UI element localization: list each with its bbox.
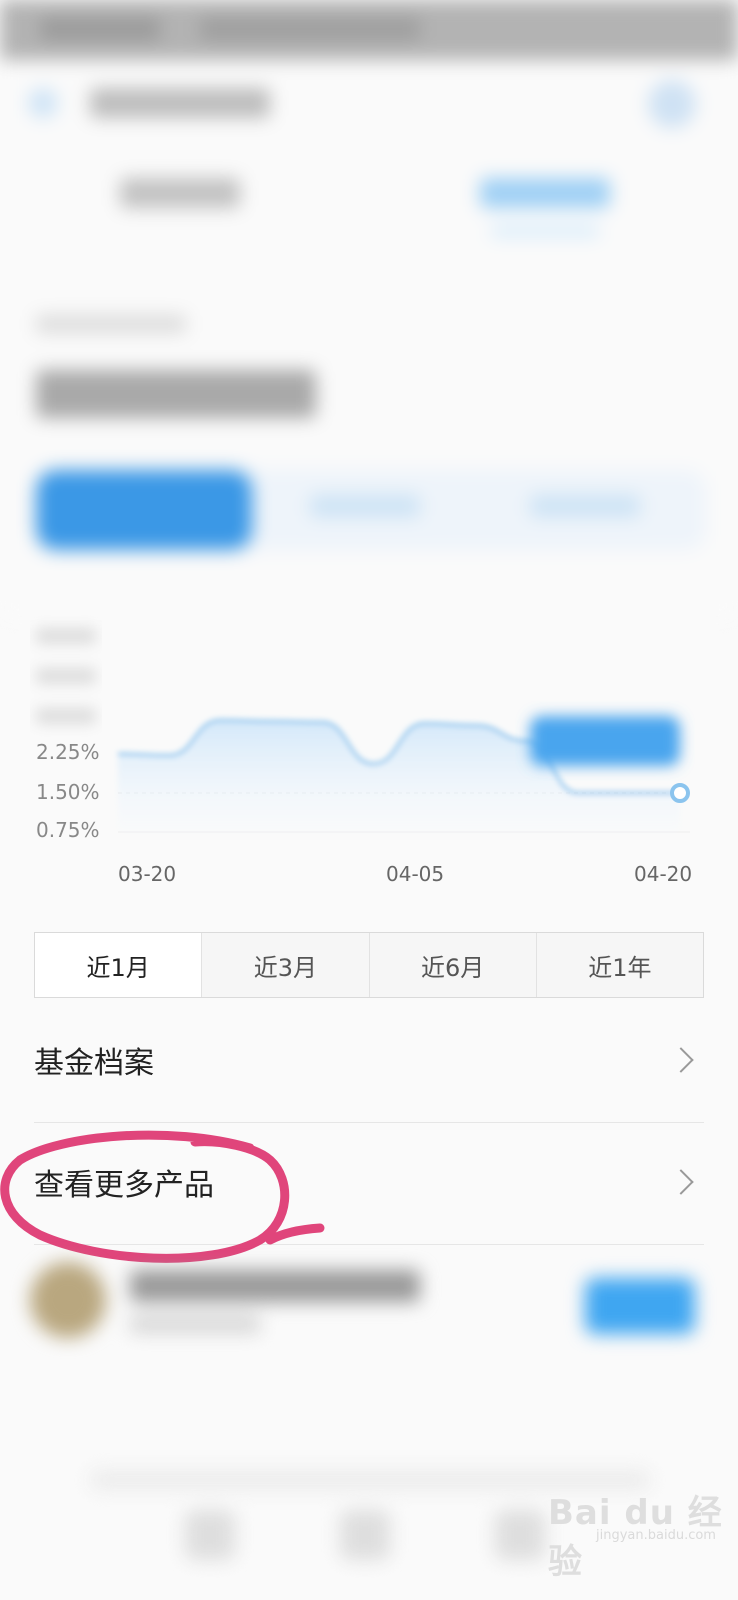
- top-tab-indicator: [490, 225, 600, 237]
- status-bar-left: [40, 18, 160, 40]
- more-icon[interactable]: [648, 80, 696, 128]
- fund-company-subtitle: [130, 1315, 260, 1333]
- fund-subtitle: [36, 315, 186, 333]
- footer-nav-icon[interactable]: [340, 1510, 390, 1560]
- tab-6-months[interactable]: 近6月: [368, 933, 536, 997]
- status-bar-center: [200, 18, 420, 40]
- watermark-url: jingyan.baidu.com: [596, 1528, 716, 1543]
- y-tick-label: 0.75%: [36, 818, 100, 842]
- tab-1-year[interactable]: 近1年: [535, 933, 703, 997]
- follow-button[interactable]: [585, 1278, 695, 1334]
- tab-3-months[interactable]: 近3月: [201, 933, 369, 997]
- y-tick-label: 2.25%: [36, 740, 100, 764]
- status-bar: [0, 0, 738, 60]
- top-tab-left[interactable]: [120, 178, 240, 208]
- current-point: [670, 783, 690, 803]
- fund-company-name: [130, 1270, 420, 1302]
- fund-profile-label: 基金档案: [34, 1046, 154, 1081]
- metric-switch-middle[interactable]: [310, 495, 420, 517]
- tab-1-month[interactable]: 近1月: [35, 933, 202, 997]
- back-arrow-icon[interactable]: [28, 88, 58, 118]
- chevron-right-icon: [668, 1047, 694, 1073]
- highlight-annotation: [0, 1130, 325, 1263]
- fund-value: [36, 370, 316, 418]
- y-axis-blurred-ticks: [36, 628, 96, 724]
- x-tick-label: 03-20: [118, 862, 177, 886]
- yield-chart: [36, 628, 690, 833]
- top-tab-right[interactable]: [480, 178, 610, 208]
- fund-company-avatar: [30, 1262, 106, 1338]
- y-tick-label: 1.50%: [36, 780, 100, 804]
- x-tick-label: 04-20: [634, 862, 693, 886]
- page-title: [90, 88, 270, 118]
- fund-profile-row[interactable]: 基金档案: [34, 1020, 704, 1100]
- annotation-stroke: [0, 1130, 325, 1263]
- tooltip-blurred: [530, 716, 680, 766]
- metric-switch-right[interactable]: [530, 495, 640, 517]
- footer-nav-icon[interactable]: [495, 1510, 545, 1560]
- x-tick-label: 04-05: [386, 862, 445, 886]
- range-tabs: 近1月 近3月 近6月 近1年: [34, 932, 704, 998]
- metric-switch-active[interactable]: [36, 470, 252, 550]
- footer-nav-icon[interactable]: [185, 1510, 235, 1560]
